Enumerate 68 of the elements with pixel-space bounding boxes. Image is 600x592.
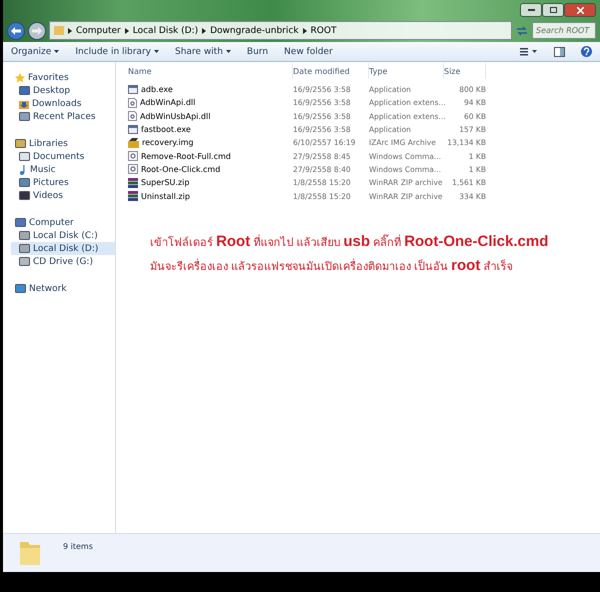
file-name[interactable]: AdbWinApi.dll (128, 98, 293, 108)
file-name[interactable]: adb.exe (128, 85, 293, 94)
search-field[interactable]: Search ROOT (532, 22, 596, 39)
sidebar-item[interactable]: CD Drive (G:) (11, 255, 115, 268)
sidebar-item[interactable]: Downloads (11, 97, 115, 110)
music-note-icon (19, 164, 27, 174)
sidebar-item[interactable]: Local Disk (D:) (11, 242, 115, 255)
chevron-right-icon (302, 28, 307, 34)
sidebar-group[interactable]: Computer (15, 216, 115, 229)
arrow-right-icon (32, 26, 42, 34)
address-bar[interactable]: Computer Local Disk (D:) Downgrade-unbrick ROOT (49, 21, 512, 40)
toolbar-button[interactable]: Burn (246, 46, 268, 56)
breadcrumb[interactable]: Downgrade-unbrick (210, 26, 299, 36)
annotation-text: เข้าโฟล์เดอร์ Root ที่แจกไป แล้วเสียบ usb คลิ๊กที่ Root-One-Click.cmd (150, 232, 550, 251)
maximize-icon (550, 7, 556, 13)
file-name[interactable]: Uninstall.zip (128, 191, 293, 202)
sidebar-group[interactable]: Favorites (15, 71, 115, 84)
chevron-right-icon (202, 28, 206, 34)
sidebar-item[interactable]: Documents (11, 150, 115, 163)
minimize-icon (528, 9, 534, 11)
folder-icon (54, 26, 64, 35)
application-icon (128, 85, 138, 94)
file-name[interactable]: Remove-Root-Full.cmd (128, 151, 293, 162)
forward-button[interactable] (28, 22, 46, 40)
sidebar-item[interactable]: Music (11, 163, 115, 176)
toolbar-button[interactable]: Include in library (75, 46, 159, 56)
chevron-right-icon (124, 28, 129, 34)
sidebar-item[interactable]: Pictures (11, 176, 115, 189)
help-icon[interactable] (581, 46, 592, 57)
maximize-button[interactable] (542, 3, 564, 17)
column-header[interactable]: Name (128, 63, 293, 79)
sidebar-item[interactable]: Local Disk (C:) (11, 229, 115, 242)
breadcrumb[interactable]: ROOT (310, 26, 336, 36)
star-icon (15, 72, 25, 82)
sidebar-item[interactable]: Desktop (11, 84, 115, 97)
toolbar-button[interactable]: Share with (174, 46, 231, 56)
breadcrumb[interactable]: Local Disk (D:) (132, 26, 198, 36)
file-name[interactable]: SuperSU.zip (128, 178, 293, 188)
column-header[interactable]: Date modified (293, 63, 369, 79)
file-name[interactable]: recovery.img (128, 138, 293, 148)
toolbar-button[interactable]: New folder (284, 46, 333, 56)
arrow-left-icon (11, 26, 21, 34)
minimize-button[interactable] (520, 3, 542, 17)
file-name[interactable]: Root-One-Click.cmd (128, 164, 293, 174)
sidebar-item[interactable]: Videos (11, 189, 115, 202)
folder-icon (19, 540, 41, 566)
sidebar-item[interactable]: Recent Places (11, 110, 115, 123)
sidebar-group[interactable]: Libraries (15, 137, 115, 150)
column-header[interactable]: Size (444, 63, 486, 79)
books-icon (128, 178, 138, 188)
preview-pane-icon[interactable] (554, 46, 565, 56)
file-name[interactable]: AdbWinUsbApi.dll (128, 111, 293, 122)
books-icon (128, 191, 138, 202)
item-count: 9 items (63, 542, 93, 551)
application-icon (128, 125, 138, 134)
annotation-text: มันจะรีเครื่องเอง แล้วรอแฟรชจนมันเปิดเครื่องติดมาเอง เป็นอัน root สำเร็จ (150, 256, 514, 275)
column-header[interactable]: Type (369, 63, 444, 79)
chevron-right-icon (68, 28, 72, 34)
view-options-icon[interactable] (520, 47, 538, 56)
close-button[interactable] (564, 3, 596, 17)
sidebar-group[interactable]: Network (15, 282, 115, 295)
back-button[interactable] (7, 22, 25, 40)
breadcrumb[interactable]: Computer (76, 26, 121, 36)
toolbar-button[interactable]: Organize (11, 46, 60, 56)
close-icon (576, 6, 584, 14)
file-name[interactable]: fastboot.exe (128, 125, 293, 134)
archive-icon (128, 138, 139, 148)
folder-arrow-icon (19, 98, 29, 108)
